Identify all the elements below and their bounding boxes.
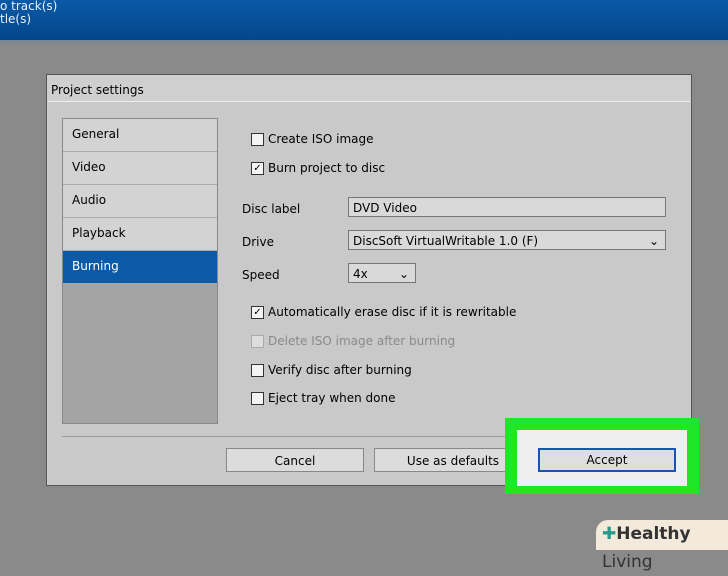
logo-text: Living	[602, 552, 653, 572]
create-iso-checkbox[interactable]: Create ISO image	[251, 132, 373, 146]
speed-value: 4x	[353, 267, 368, 281]
divider	[0, 40, 728, 44]
drive-label: Drive	[242, 235, 274, 249]
settings-nav: General Video Audio Playback Burning	[62, 118, 218, 424]
drive-select[interactable]: DiscSoft VirtualWritable 1.0 (F) ⌄	[348, 230, 666, 250]
nav-burning[interactable]: Burning	[63, 251, 217, 284]
nav-playback[interactable]: Playback	[63, 218, 217, 251]
checkbox-label: Verify disc after burning	[268, 363, 412, 377]
disc-label-input[interactable]: DVD Video	[348, 197, 666, 217]
checkbox-label: Create ISO image	[268, 132, 374, 146]
dialog-title: Project settings	[51, 83, 144, 97]
checkbox-label: Delete ISO image after burning	[268, 334, 456, 348]
accept-button[interactable]: Accept	[538, 448, 676, 472]
checkbox-label: Burn project to disc	[268, 161, 386, 175]
checkbox-label: Automatically erase disc if it is rewrit…	[268, 305, 517, 319]
nav-general[interactable]: General	[63, 119, 217, 152]
plus-icon: ✚	[602, 524, 617, 544]
burn-to-disc-checkbox[interactable]: ✓ Burn project to disc	[251, 161, 385, 175]
header-text: tle(s)	[0, 12, 32, 26]
disc-label-label: Disc label	[242, 202, 301, 216]
speed-label: Speed	[242, 268, 280, 282]
delete-iso-checkbox: Delete ISO image after burning	[251, 334, 455, 348]
eject-checkbox[interactable]: Eject tray when done	[251, 391, 396, 405]
background-window-header: o track(s) tle(s)	[0, 0, 728, 40]
header-text: o track(s)	[0, 0, 58, 13]
speed-select[interactable]: 4x ⌄	[348, 263, 416, 283]
cancel-button[interactable]: Cancel	[226, 448, 364, 472]
logo-text: Healthy	[616, 524, 691, 544]
checkbox-label: Eject tray when done	[268, 391, 396, 405]
nav-video[interactable]: Video	[63, 152, 217, 185]
auto-erase-checkbox[interactable]: ✓ Automatically erase disc if it is rewri…	[251, 305, 516, 319]
chevron-down-icon: ⌄	[398, 267, 409, 281]
nav-audio[interactable]: Audio	[63, 185, 217, 218]
verify-checkbox[interactable]: Verify disc after burning	[251, 363, 412, 377]
chevron-down-icon: ⌄	[648, 234, 659, 248]
drive-value: DiscSoft VirtualWritable 1.0 (F)	[353, 234, 539, 248]
